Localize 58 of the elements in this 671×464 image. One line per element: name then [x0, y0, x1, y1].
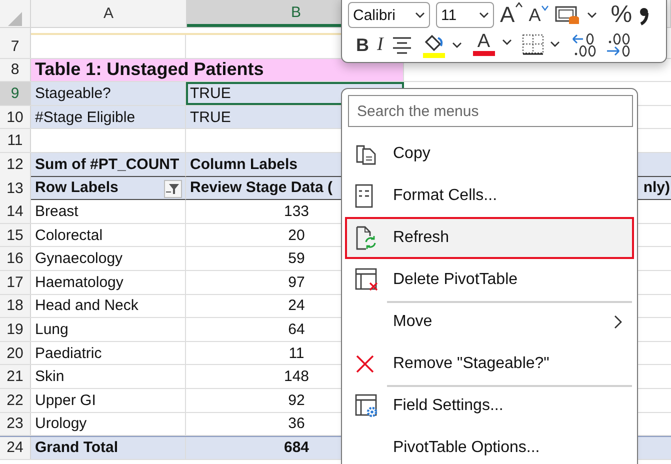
decrease-decimal-icon[interactable]: [605, 32, 632, 58]
sheet-cell: Gynaecology: [31, 247, 186, 270]
filter-icon[interactable]: [164, 180, 182, 198]
row-header[interactable]: 16: [0, 247, 31, 270]
sheet-cell: Haematology: [31, 270, 186, 294]
sheet-cell: Upper GI: [31, 388, 186, 412]
chevron-icon: [415, 12, 425, 18]
sheet-cell: Sum of #PT_COUNT: [31, 152, 186, 177]
row-header[interactable]: 18: [0, 294, 31, 318]
search-field[interactable]: Search the menus: [348, 95, 633, 127]
row-header[interactable]: 7: [0, 35, 31, 58]
cell-styles-icon[interactable]: [554, 4, 599, 26]
row-header[interactable]: 8: [0, 58, 31, 82]
shrink-font-button[interactable]: A: [528, 4, 549, 26]
sheet-cell: Colorectal: [31, 224, 186, 246]
chevron-icon: [479, 12, 489, 18]
menu-item[interactable]: Refresh: [345, 217, 634, 259]
sheet-cell: Paediatric: [31, 342, 186, 364]
row-header[interactable]: 22: [0, 388, 31, 412]
row-header[interactable]: 19: [0, 318, 31, 341]
italic-button[interactable]: I: [377, 34, 384, 56]
sheet-cell: Stageable?: [31, 82, 186, 105]
row-header[interactable]: 23: [0, 412, 31, 436]
row-header[interactable]: 20: [0, 342, 31, 364]
row-header[interactable]: 9: [0, 82, 31, 105]
bold-button[interactable]: B: [356, 34, 369, 56]
format-cells-icon: [355, 184, 373, 208]
row-header[interactable]: 14: [0, 200, 31, 223]
copy-icon: [355, 143, 377, 165]
refresh-icon: [355, 226, 377, 250]
align-center-icon[interactable]: [391, 35, 414, 55]
remove-icon: [355, 354, 375, 374]
row-header[interactable]: 12: [0, 152, 31, 177]
font-dropdown[interactable]: Calibri: [348, 2, 430, 28]
row-header[interactable]: 21: [0, 365, 31, 388]
sheet-cell: Skin: [31, 365, 186, 388]
row-header[interactable]: 15: [0, 224, 31, 246]
row-header[interactable]: 13: [0, 176, 31, 200]
field-settings-icon: [355, 394, 379, 418]
caret-icon: [540, 4, 549, 10]
row-header[interactable]: 10: [0, 106, 31, 128]
row-header[interactable]: 17: [0, 270, 31, 294]
table-title: Table 1: Unstaged Patients: [31, 58, 404, 82]
delete-table-icon: [355, 268, 379, 292]
sheet-cell: #Stage Eligible: [31, 106, 186, 128]
font-size-dropdown[interactable]: 11: [436, 2, 494, 28]
row-header[interactable]: 24: [0, 437, 31, 459]
grow-font-button[interactable]: A: [500, 2, 523, 28]
caret-icon: [514, 2, 523, 8]
increase-decimal-icon[interactable]: [571, 32, 598, 58]
sheet-cell: Head and Neck: [31, 294, 186, 318]
sheet-cell: Urology: [31, 412, 186, 436]
sheet-cell: Grand Total: [31, 437, 186, 459]
sheet-cell: Lung: [31, 318, 186, 341]
row-header[interactable]: 11: [0, 129, 31, 152]
sheet-cell: Breast: [31, 200, 186, 223]
font-color-button[interactable]: A: [473, 33, 514, 57]
percent-button[interactable]: %: [610, 1, 632, 29]
